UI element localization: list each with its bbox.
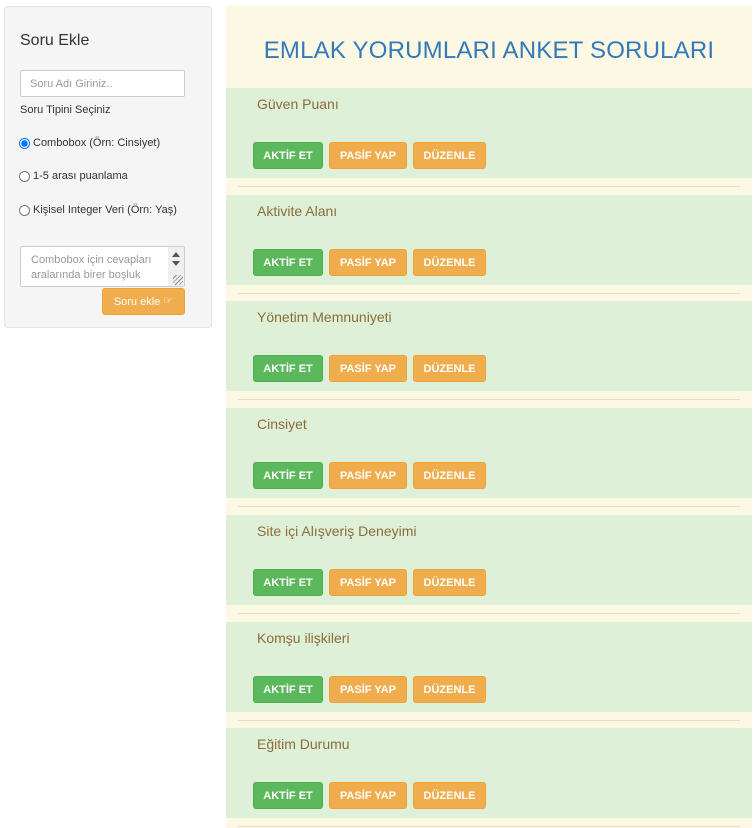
edit-button[interactable]: DÜZENLE: [413, 142, 486, 169]
activate-button[interactable]: AKTİF ET: [253, 676, 323, 703]
deactivate-button[interactable]: PASİF YAP: [329, 569, 407, 596]
radio-combobox-input[interactable]: [19, 137, 30, 149]
card-divider: [238, 399, 740, 400]
question-title: Komşu ilişkileri: [257, 630, 350, 646]
radio-integer-label: Kişisel Integer Veri (Örn: Yaş): [33, 204, 177, 216]
question-title: Aktivite Alanı: [257, 203, 338, 219]
page-title: EMLAK YORUMLARI ANKET SORULARI: [263, 37, 715, 64]
edit-button[interactable]: DÜZENLE: [413, 569, 486, 596]
question-card: Komşu ilişkileri AKTİF ET PASİF YAP DÜZENLE: [226, 622, 752, 712]
edit-button[interactable]: DÜZENLE: [413, 355, 486, 382]
question-title: Cinsiyet: [257, 416, 307, 432]
radio-rating[interactable]: 1-5 arası puanlama: [19, 170, 128, 182]
edit-button[interactable]: DÜZENLE: [413, 249, 486, 276]
question-card: Güven Puanı AKTİF ET PASİF YAP DÜZENLE: [226, 88, 752, 178]
deactivate-button[interactable]: PASİF YAP: [329, 142, 407, 169]
deactivate-button[interactable]: PASİF YAP: [329, 249, 407, 276]
activate-button[interactable]: AKTİF ET: [253, 782, 323, 809]
panel-title: Soru Ekle: [20, 32, 90, 49]
answers-placeholder: Combobox için cevapları aralarında birer…: [31, 254, 152, 281]
radio-integer-input[interactable]: [19, 204, 30, 216]
radio-integer[interactable]: Kişisel Integer Veri (Örn: Yaş): [19, 204, 177, 216]
edit-button[interactable]: DÜZENLE: [413, 462, 486, 489]
edit-button[interactable]: DÜZENLE: [413, 676, 486, 703]
scroll-down-icon[interactable]: [172, 261, 180, 266]
activate-button[interactable]: AKTİF ET: [253, 142, 323, 169]
activate-button[interactable]: AKTİF ET: [253, 569, 323, 596]
radio-combobox-label: Combobox (Örn: Cinsiyet): [33, 137, 161, 149]
card-divider: [238, 186, 740, 187]
deactivate-button[interactable]: PASİF YAP: [329, 782, 407, 809]
question-card: Cinsiyet AKTİF ET PASİF YAP DÜZENLE: [226, 408, 752, 498]
card-divider: [238, 506, 740, 507]
question-card: Aktivite Alanı AKTİF ET PASİF YAP DÜZENLE: [226, 195, 752, 285]
radio-rating-label: 1-5 arası puanlama: [33, 170, 128, 182]
edit-button[interactable]: DÜZENLE: [413, 782, 486, 809]
add-question-label: Soru ekle: [113, 295, 161, 308]
question-card: Yönetim Memnuniyeti AKTİF ET PASİF YAP DÜZE…: [226, 301, 752, 391]
card-divider: [238, 613, 740, 614]
activate-button[interactable]: AKTİF ET: [253, 355, 323, 382]
card-divider: [238, 826, 740, 827]
answers-textarea[interactable]: Combobox için cevapları aralarında birer…: [20, 246, 185, 287]
scroll-up-icon[interactable]: [172, 252, 180, 257]
add-question-button[interactable]: Soru ekle ☞: [102, 288, 185, 315]
question-title: Yönetim Memnuniyeti: [257, 309, 392, 325]
radio-combobox[interactable]: Combobox (Örn: Cinsiyet): [19, 137, 160, 149]
resize-grip-icon[interactable]: [173, 275, 183, 285]
question-card: Site içi Alışveriş Deneyimi AKTİF ET PASİF…: [226, 515, 752, 605]
add-question-panel: Soru Ekle Soru Tipini Seçiniz Combobox (…: [4, 6, 212, 328]
question-card: Eğitim Durumu AKTİF ET PASİF YAP DÜZENLE: [226, 728, 752, 818]
activate-button[interactable]: AKTİF ET: [253, 462, 323, 489]
question-type-label: Soru Tipini Seçiniz: [20, 104, 111, 116]
survey-questions-main: EMLAK YORUMLARI ANKET SORULARI Güven Pua…: [226, 6, 752, 828]
deactivate-button[interactable]: PASİF YAP: [329, 462, 407, 489]
card-divider: [238, 720, 740, 721]
activate-button[interactable]: AKTİF ET: [253, 249, 323, 276]
card-divider: [238, 293, 740, 294]
deactivate-button[interactable]: PASİF YAP: [329, 676, 407, 703]
question-name-input[interactable]: [20, 70, 185, 97]
question-title: Eğitim Durumu: [257, 736, 350, 752]
radio-rating-input[interactable]: [19, 170, 30, 182]
question-title: Güven Puanı: [257, 96, 339, 112]
deactivate-button[interactable]: PASİF YAP: [329, 355, 407, 382]
hand-point-right-icon: ☞: [163, 295, 174, 307]
question-title: Site içi Alışveriş Deneyimi: [257, 523, 417, 539]
